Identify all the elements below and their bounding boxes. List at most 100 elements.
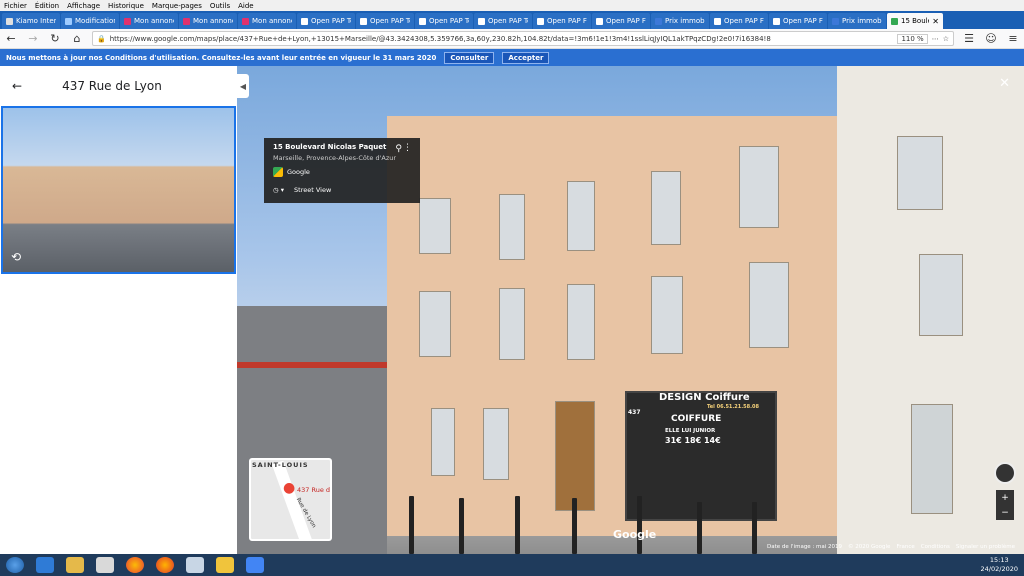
home-button[interactable]: ⌂ bbox=[70, 32, 84, 45]
address-bar[interactable]: 🔒 https://www.google.com/maps/place/437+… bbox=[92, 31, 954, 46]
zoom-control[interactable]: + − bbox=[996, 490, 1014, 520]
tab-title: 15 Boule bbox=[901, 17, 930, 25]
window bbox=[419, 198, 451, 254]
shutter bbox=[431, 408, 455, 476]
accept-button[interactable]: Accepter bbox=[502, 51, 550, 64]
maps-favicon-icon bbox=[891, 17, 898, 25]
report-problem-link[interactable]: Signaler un problème bbox=[956, 544, 1015, 550]
terms-link[interactable]: Conditions bbox=[921, 544, 950, 550]
rotate-360-icon[interactable]: ⟲ bbox=[11, 250, 21, 264]
card-source: Google bbox=[273, 167, 411, 177]
zoom-level[interactable]: 110 % bbox=[897, 33, 928, 44]
folder-icon[interactable] bbox=[186, 557, 204, 573]
lock-icon: 🔒 bbox=[97, 34, 106, 43]
sidebar: ← 437 Rue de Lyon ⟲ bbox=[0, 66, 237, 554]
browser-tab[interactable]: Modification bbox=[61, 13, 119, 29]
favicon-icon bbox=[6, 17, 13, 25]
close-tab-icon[interactable]: ✕ bbox=[932, 17, 939, 26]
terms-banner: Nous mettons à jour nos Conditions d'uti… bbox=[0, 49, 1024, 66]
window bbox=[749, 262, 789, 348]
tab-title: Mon annonce bbox=[193, 17, 233, 25]
browser-tab[interactable]: Kiamo Intera bbox=[2, 13, 60, 29]
browser-tab[interactable]: Open PAP Tc bbox=[474, 13, 532, 29]
browser-tab[interactable]: Prix immobi bbox=[651, 13, 709, 29]
favicon-icon bbox=[65, 17, 72, 25]
internet-explorer-icon[interactable] bbox=[36, 557, 54, 573]
chrome-icon[interactable] bbox=[126, 557, 144, 573]
shop-sign: COIFFURE bbox=[671, 414, 722, 424]
minimap-road bbox=[271, 460, 315, 539]
zoom-in-icon[interactable]: + bbox=[1001, 493, 1009, 503]
location-pin-icon[interactable]: ⚲ bbox=[395, 144, 402, 154]
menu-view[interactable]: Affichage bbox=[67, 2, 100, 10]
bollard bbox=[697, 502, 702, 554]
favicon-icon bbox=[242, 17, 249, 25]
system-clock[interactable]: 15:13 24/02/2020 bbox=[981, 556, 1018, 574]
browser-tab[interactable]: Open PAP Fi bbox=[533, 13, 591, 29]
browser-tab[interactable]: Open PAP Tc bbox=[415, 13, 473, 29]
windows-taskbar: 15:13 24/02/2020 bbox=[0, 554, 1024, 576]
tab-title: Open PAP Tc bbox=[311, 17, 351, 25]
hamburger-menu-icon[interactable]: ≡ bbox=[1006, 32, 1020, 45]
sidebar-title: 437 Rue de Lyon bbox=[62, 79, 162, 93]
more-options-icon[interactable]: ⋮ bbox=[403, 143, 412, 153]
minimap-area-label: SAINT-LOUIS bbox=[252, 461, 309, 469]
consult-button[interactable]: Consulter bbox=[444, 51, 495, 64]
close-icon[interactable]: ✕ bbox=[999, 76, 1010, 91]
media-player-icon[interactable] bbox=[96, 557, 114, 573]
menu-edit[interactable]: Édition bbox=[35, 2, 59, 10]
browser-tab[interactable]: Open PAP Tc bbox=[356, 13, 414, 29]
source-label: Google bbox=[287, 168, 310, 176]
menu-file[interactable]: Fichier bbox=[4, 2, 27, 10]
minimap[interactable]: SAINT-LOUIS ● 437 Rue d Rue de Lyon bbox=[249, 458, 332, 541]
window bbox=[499, 194, 525, 260]
back-arrow-icon[interactable]: ← bbox=[12, 79, 22, 93]
file-explorer-icon[interactable] bbox=[66, 557, 84, 573]
bollard bbox=[637, 496, 642, 554]
tab-title: Open PAP Tc bbox=[488, 17, 528, 25]
collapse-sidebar-button[interactable]: ◀ bbox=[237, 74, 249, 98]
compass-icon[interactable] bbox=[994, 462, 1016, 484]
firefox-icon[interactable] bbox=[156, 557, 174, 573]
browser-tab[interactable]: Open PAP Fi bbox=[592, 13, 650, 29]
country-link[interactable]: France bbox=[896, 544, 914, 550]
window bbox=[651, 171, 681, 245]
browser-tab[interactable]: Mon annonce bbox=[179, 13, 237, 29]
clock-time: 15:13 bbox=[989, 556, 1009, 564]
browser-tab[interactable]: Open PAP Tc bbox=[297, 13, 355, 29]
browser-tab[interactable]: Mon annonce bbox=[120, 13, 178, 29]
browser-tab[interactable]: Open PAP Fi bbox=[769, 13, 827, 29]
slack-icon[interactable] bbox=[246, 557, 264, 573]
menu-help[interactable]: Aide bbox=[238, 2, 253, 10]
app-icon[interactable] bbox=[216, 557, 234, 573]
maps-main: ← 437 Rue de Lyon ⟲ DESIGN Coiffure Tel … bbox=[0, 66, 1024, 554]
tab-title: Prix immobi bbox=[842, 17, 882, 25]
favicon-icon bbox=[419, 17, 426, 25]
back-button[interactable]: ← bbox=[4, 32, 18, 45]
favicon-icon bbox=[360, 17, 367, 25]
bookmark-star-icon[interactable]: ☆ bbox=[943, 35, 949, 43]
shop-prices: 31€ 18€ 14€ bbox=[665, 436, 721, 445]
account-icon[interactable]: ☺ bbox=[984, 32, 998, 45]
favicon-icon bbox=[124, 17, 131, 25]
menu-bookmarks[interactable]: Marque-pages bbox=[152, 2, 202, 10]
browser-tab[interactable]: Mon annonce bbox=[238, 13, 296, 29]
image-date: Date de l'image : mai 2019 bbox=[767, 544, 843, 550]
active-browser-tab[interactable]: 15 Boule ✕ bbox=[887, 13, 943, 29]
bollard bbox=[572, 498, 577, 554]
window bbox=[651, 276, 683, 354]
start-button-icon[interactable] bbox=[6, 557, 24, 573]
forward-button[interactable]: → bbox=[26, 32, 40, 45]
reload-button[interactable]: ↻ bbox=[48, 32, 62, 45]
street-view-thumbnail[interactable]: ⟲ bbox=[1, 106, 236, 274]
more-icon[interactable]: ⋯ bbox=[932, 35, 939, 43]
library-icon[interactable]: ☰ bbox=[962, 32, 976, 45]
favicon-icon bbox=[183, 17, 190, 25]
location-card: 15 Boulevard Nicolas Paquet Marseille, P… bbox=[264, 138, 420, 203]
menu-history[interactable]: Historique bbox=[108, 2, 144, 10]
browser-tab[interactable]: Open PAP Fi bbox=[710, 13, 768, 29]
history-clock-icon[interactable]: ◷ ▾ bbox=[273, 186, 284, 194]
browser-tab[interactable]: Prix immobi bbox=[828, 13, 886, 29]
menu-tools[interactable]: Outils bbox=[210, 2, 230, 10]
zoom-out-icon[interactable]: − bbox=[1001, 508, 1009, 518]
